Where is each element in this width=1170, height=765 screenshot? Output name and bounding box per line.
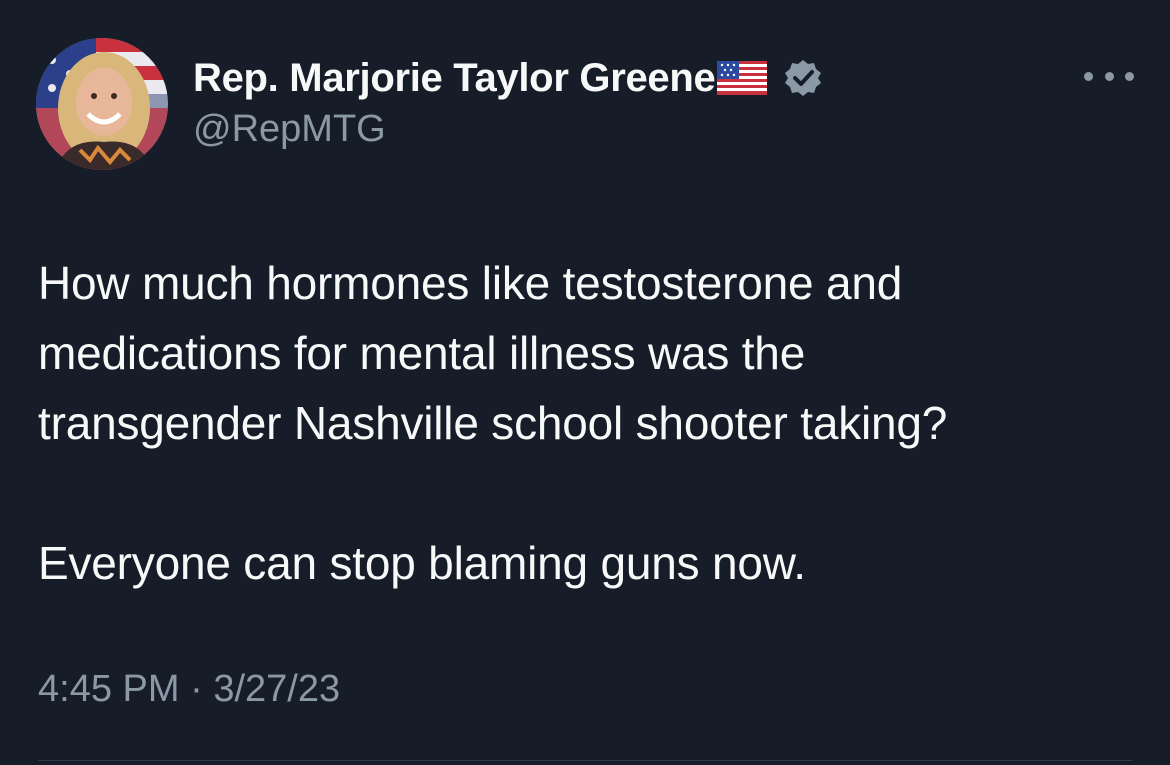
avatar[interactable] <box>36 38 168 170</box>
tweet-line: medications for mental illness was the <box>38 327 806 379</box>
author-handle[interactable]: @RepMTG <box>193 108 386 151</box>
more-dot <box>1104 71 1114 81</box>
tweet-timestamp[interactable]: 4:45 PM · 3/27/23 <box>38 668 340 711</box>
tweet-line: How much hormones like testosterone and <box>38 257 903 309</box>
divider <box>38 760 1132 761</box>
tweet-body: How much hormones like testosterone and … <box>38 248 1138 598</box>
tweet-line: Everyone can stop blaming guns now. <box>38 537 806 589</box>
author-name-row: Rep. Marjorie Taylor Greene <box>193 50 823 106</box>
tweet-time: 4:45 PM <box>38 668 180 710</box>
timestamp-separator: · <box>190 668 203 710</box>
tweet-card: Rep. Marjorie Taylor Greene @RepMTG How … <box>0 0 1170 765</box>
tweet-line: transgender Nashville school shooter tak… <box>38 397 948 449</box>
avatar-photo <box>36 38 168 170</box>
more-dot <box>1125 71 1134 81</box>
more-dot <box>1084 71 1093 81</box>
us-flag-icon <box>717 61 768 95</box>
tweet-date: 3/27/23 <box>213 668 341 710</box>
author-display-name[interactable]: Rep. Marjorie Taylor Greene <box>193 56 716 101</box>
verified-badge-icon[interactable] <box>783 58 823 98</box>
more-options-icon[interactable] <box>1084 56 1134 96</box>
